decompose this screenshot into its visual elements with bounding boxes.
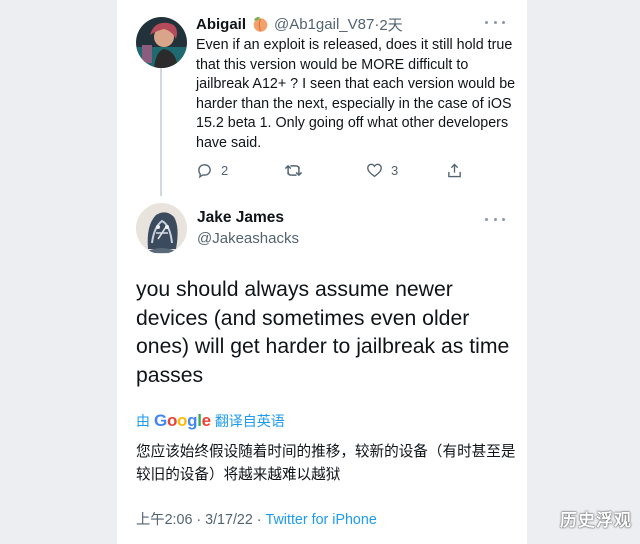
translate-suffix: 翻译自英语 bbox=[214, 413, 285, 429]
reply-count: 2 bbox=[221, 162, 229, 178]
avatar-abigail[interactable] bbox=[136, 17, 187, 68]
comment-icon bbox=[198, 163, 211, 178]
more-options-icon[interactable] bbox=[485, 213, 505, 225]
translated-text: 您应该始终假设随着时间的推移，较新的设备（有时甚至是较旧的设备）将越来越难以越狱 bbox=[136, 444, 516, 483]
share-button[interactable] bbox=[446, 162, 463, 179]
share-icon bbox=[448, 163, 461, 177]
main-display-name[interactable]: Jake James bbox=[197, 209, 284, 227]
tweet-card: Abigail @Ab1gail_V87 · 2天 Even if an exp… bbox=[117, 0, 527, 544]
reply-display-name[interactable]: Abigail bbox=[196, 16, 246, 33]
main-text: you should always assume newer devices (… bbox=[136, 278, 510, 387]
google-logo: Google bbox=[154, 411, 211, 430]
reply-handle[interactable]: @Ab1gail_V87 bbox=[274, 16, 374, 33]
heart-icon bbox=[367, 163, 382, 178]
right-margin bbox=[527, 0, 640, 544]
translation-attribution[interactable]: 由 Google 翻译自英语 bbox=[136, 411, 285, 431]
reply-time[interactable]: 2天 bbox=[379, 14, 402, 35]
translate-prefix: 由 bbox=[136, 413, 150, 429]
like-count: 3 bbox=[391, 162, 399, 178]
watermark: 历史浮观 bbox=[560, 511, 632, 530]
avatar-jake-james[interactable] bbox=[136, 203, 187, 254]
reply-button[interactable]: 2 bbox=[196, 162, 284, 179]
peach-emoji-icon bbox=[252, 16, 269, 32]
left-margin bbox=[0, 0, 117, 544]
thread-line bbox=[160, 68, 162, 196]
reply-header: Abigail @Ab1gail_V87 · 2天 bbox=[196, 14, 403, 34]
retweet-icon bbox=[284, 164, 303, 176]
retweet-button[interactable] bbox=[284, 162, 366, 179]
reply-text: Even if an exploit is released, does it … bbox=[196, 37, 516, 151]
tweet-meta: 上午2:06 · 3/17/22 · Twitter for iPhone bbox=[136, 508, 377, 529]
more-options-icon[interactable] bbox=[485, 16, 505, 28]
tweet-timestamp[interactable]: 上午2:06 · 3/17/22 · bbox=[136, 512, 266, 528]
like-button[interactable]: 3 bbox=[366, 162, 446, 178]
reply-action-bar: 2 3 bbox=[196, 160, 466, 180]
tweet-source-link[interactable]: Twitter for iPhone bbox=[266, 512, 377, 528]
main-handle[interactable]: @Jakeashacks bbox=[197, 230, 299, 247]
main-header: Jake James bbox=[197, 209, 289, 227]
